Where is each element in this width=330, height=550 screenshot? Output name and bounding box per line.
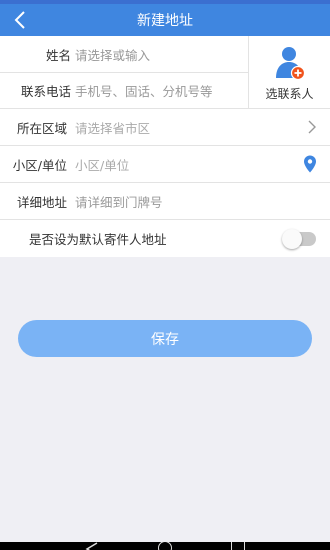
region-input[interactable]: 请选择省市区 (75, 118, 330, 137)
detail-label: 详细地址 (16, 194, 67, 210)
page-title: 新建地址 (137, 13, 193, 29)
default-sender-label: 是否设为默认寄件人地址 (29, 232, 167, 247)
pick-contact-button[interactable]: 选联系人 (248, 36, 330, 108)
community-input[interactable]: 小区/单位 (75, 155, 330, 174)
phone-input[interactable]: 手机号、固话、分机号等 (75, 81, 248, 100)
phone-label: 联系电话 (20, 84, 71, 99)
location-pin-icon (304, 155, 316, 173)
save-button[interactable]: 保存 (18, 320, 312, 357)
name-input[interactable]: 请选择或输入 (75, 45, 248, 64)
default-sender-row: 是否设为默认寄件人地址 (0, 220, 330, 257)
back-triangle-icon[interactable] (85, 542, 99, 550)
title-bar: 新建地址 (0, 4, 330, 36)
detail-row[interactable]: 详细地址 请详细到门牌号 (0, 183, 330, 220)
name-row[interactable]: 姓名 请选择或输入 (0, 36, 248, 72)
system-nav-bar (0, 542, 330, 550)
region-row[interactable]: 所在区域 请选择省市区 (0, 109, 330, 146)
toggle-knob (282, 228, 302, 249)
contact-block: 姓名 请选择或输入 联系电话 手机号、固话、分机号等 选联系人 (0, 36, 330, 109)
recent-square-icon[interactable] (231, 542, 245, 550)
add-contact-icon (275, 46, 305, 80)
address-form: 姓名 请选择或输入 联系电话 手机号、固话、分机号等 选联系人 所在区域 请选择… (0, 36, 330, 257)
contact-fields: 姓名 请选择或输入 联系电话 手机号、固话、分机号等 (0, 36, 248, 108)
chevron-right-icon (308, 120, 316, 134)
chevron-left-icon (14, 11, 25, 29)
pick-contact-label: 选联系人 (265, 86, 314, 101)
name-label: 姓名 (45, 47, 71, 63)
community-row[interactable]: 小区/单位 小区/单位 (0, 146, 330, 183)
home-circle-icon[interactable] (158, 542, 172, 550)
default-sender-toggle[interactable] (282, 228, 316, 249)
region-arrow (308, 120, 316, 134)
community-label: 小区/单位 (12, 157, 67, 173)
phone-row[interactable]: 联系电话 手机号、固话、分机号等 (0, 72, 248, 108)
default-sender-toggle-wrap (282, 228, 316, 249)
region-label: 所在区域 (16, 120, 67, 136)
detail-input[interactable]: 请详细到门牌号 (75, 192, 330, 211)
back-button[interactable] (8, 8, 32, 32)
locate-button[interactable] (304, 155, 316, 173)
